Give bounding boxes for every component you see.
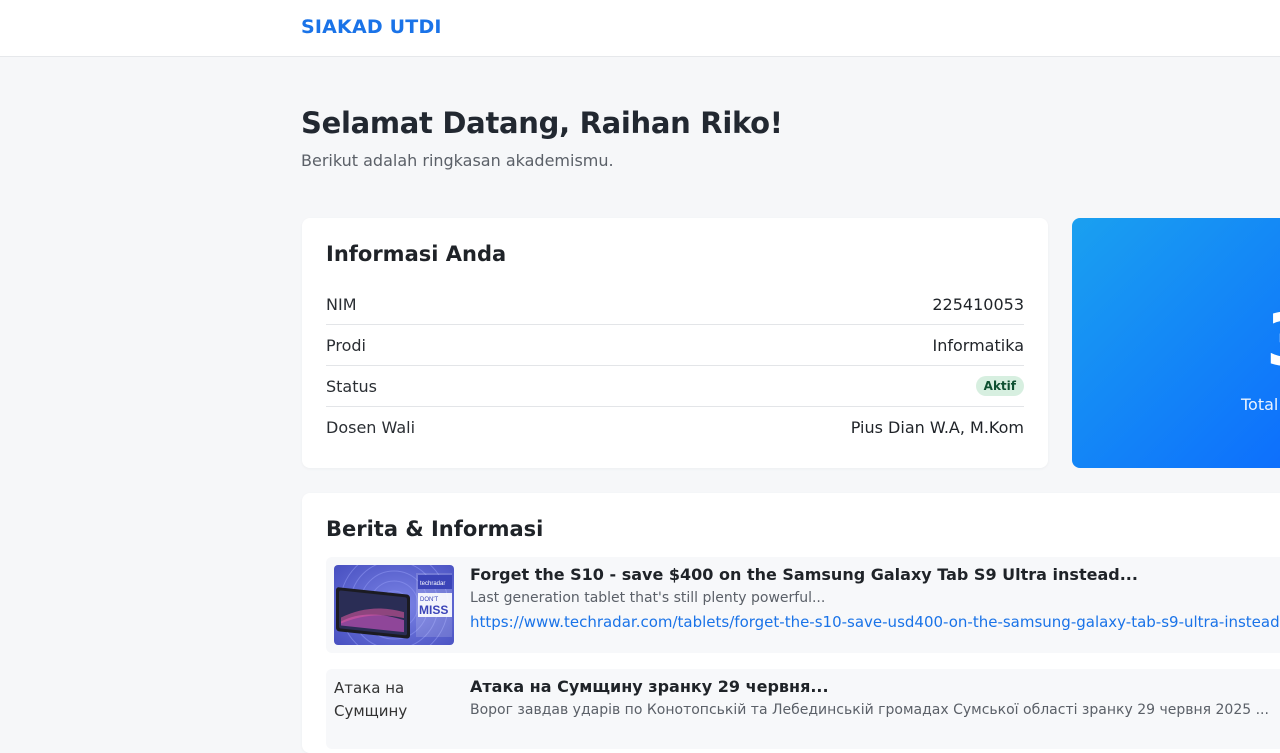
news-thumbnail: techradar DON'T MISS	[334, 565, 454, 645]
news-thumbnail-alt: Атака на Сумщину	[334, 679, 408, 720]
news-title[interactable]: Атака на Сумщину зранку 29 червня...	[470, 677, 829, 696]
news-card: Berita & Informasi techradar DON'T MISS …	[302, 493, 1280, 753]
page-title: Selamat Datang, Raihan Riko!	[301, 106, 783, 140]
info-label: Prodi	[326, 335, 366, 355]
stat-label: Total	[1241, 395, 1279, 414]
thumb-badge-line2: MISS	[419, 603, 448, 617]
info-card: Informasi Anda NIM 225410053 Prodi Infor…	[302, 218, 1048, 468]
news-title[interactable]: Forget the S10 - save $400 on the Samsun…	[470, 565, 1138, 584]
news-excerpt: Last generation tablet that's still plen…	[470, 590, 826, 606]
page-subtitle: Berikut adalah ringkasan akademismu.	[301, 151, 614, 170]
news-item[interactable]: techradar DON'T MISS Forget the S10 - sa…	[326, 557, 1280, 653]
info-card-title: Informasi Anda	[326, 242, 507, 266]
info-value: Pius Dian W.A, M.Kom	[850, 417, 1024, 437]
news-excerpt: Ворог завдав ударів по Конотопській та Л…	[470, 702, 1269, 718]
info-value: Informatika	[932, 335, 1024, 355]
info-row-nim: NIM 225410053	[326, 284, 1024, 325]
info-row-prodi: Prodi Informatika	[326, 325, 1024, 366]
info-label: Status	[326, 376, 377, 396]
news-link[interactable]: https://www.techradar.com/tablets/forget…	[470, 613, 1280, 631]
info-label: Dosen Wali	[326, 417, 416, 437]
brand-logo[interactable]: SIAKAD UTDI	[301, 16, 442, 38]
info-row-status: Status Aktif	[326, 366, 1024, 407]
info-label: NIM	[326, 294, 357, 314]
status-badge: Aktif	[975, 376, 1024, 396]
stat-number: 3	[1266, 298, 1280, 382]
info-row-dosen-wali: Dosen Wali Pius Dian W.A, M.Kom	[326, 407, 1024, 447]
thumb-brand-text: techradar	[420, 581, 445, 587]
top-navbar: SIAKAD UTDI	[0, 0, 1280, 57]
news-card-title: Berita & Informasi	[326, 517, 544, 541]
stat-card: 3 Total	[1072, 218, 1280, 468]
info-value: 225410053	[932, 294, 1024, 314]
info-list: NIM 225410053 Prodi Informatika Status A…	[326, 284, 1024, 447]
news-item[interactable]: Атака на Сумщину Атака на Сумщину зранку…	[326, 669, 1280, 749]
